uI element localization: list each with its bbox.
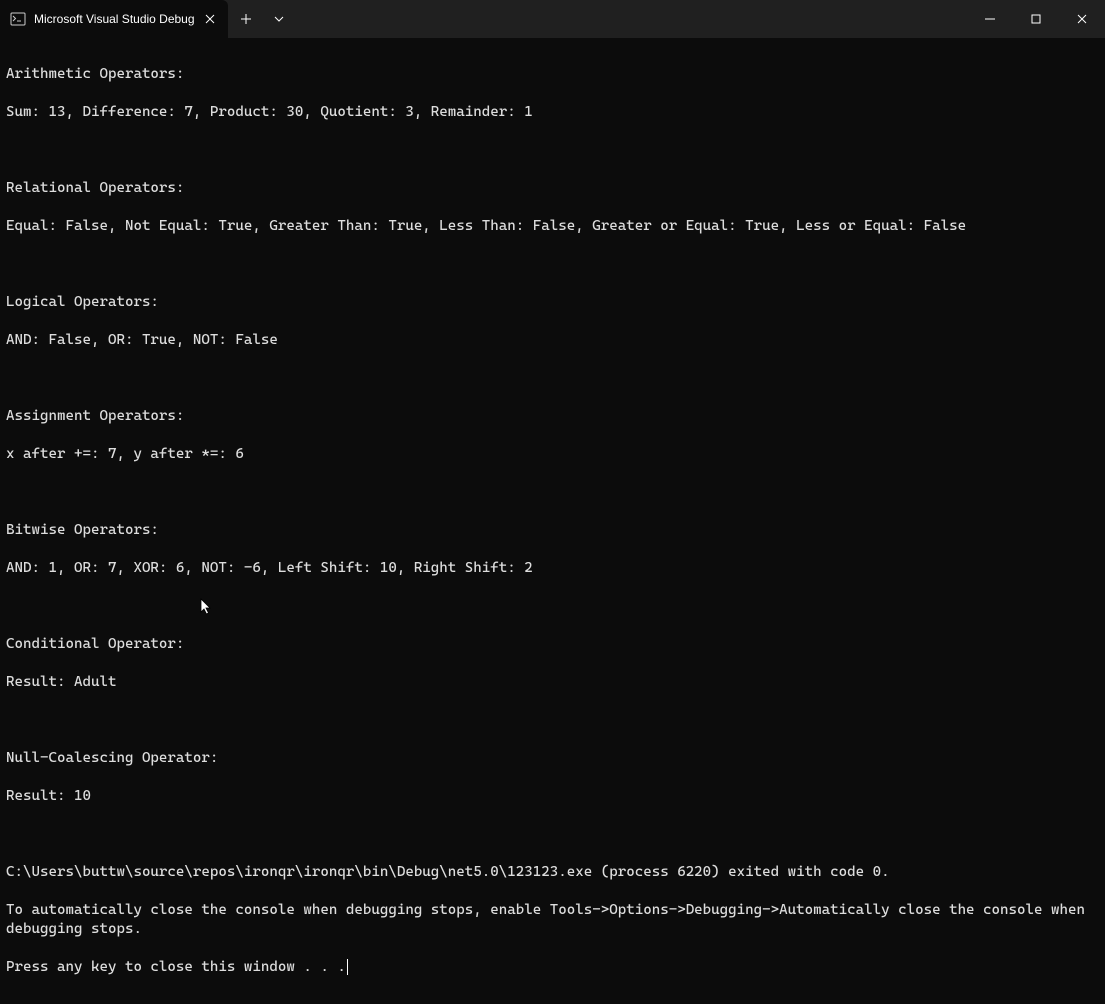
console-line: Sum: 13, Difference: 7, Product: 30, Quo… [6,103,1099,122]
tab-title: Microsoft Visual Studio Debug [34,12,194,26]
console-line [6,597,1099,616]
console-line [6,141,1099,160]
console-line: Result: 10 [6,787,1099,806]
console-line: Logical Operators: [6,293,1099,312]
console-line [6,255,1099,274]
console-line: C:\Users\buttw\source\repos\ironqr\ironq… [6,863,1099,882]
console-line: AND: False, OR: True, NOT: False [6,331,1099,350]
console-line: x after +=: 7, y after *=: 6 [6,445,1099,464]
terminal-app-icon [10,11,26,27]
console-line: Relational Operators: [6,179,1099,198]
tab-active[interactable]: Microsoft Visual Studio Debug [0,0,228,38]
text-caret [347,959,348,975]
console-line [6,825,1099,844]
console-line: Null-Coalescing Operator: [6,749,1099,768]
title-bar: Microsoft Visual Studio Debug [0,0,1105,38]
console-line: Bitwise Operators: [6,521,1099,540]
console-line [6,483,1099,502]
console-line [6,711,1099,730]
console-line [6,369,1099,388]
console-line: Equal: False, Not Equal: True, Greater T… [6,217,1099,236]
terminal-output[interactable]: Arithmetic Operators: Sum: 13, Differenc… [0,38,1105,1004]
minimize-button[interactable] [967,0,1013,38]
new-tab-button[interactable] [228,0,264,38]
console-line: AND: 1, OR: 7, XOR: 6, NOT: -6, Left Shi… [6,559,1099,578]
console-line: Result: Adult [6,673,1099,692]
titlebar-drag-region[interactable] [294,0,967,38]
tab-dropdown-button[interactable] [264,0,294,38]
console-line: Arithmetic Operators: [6,65,1099,84]
close-tab-button[interactable] [202,11,218,27]
console-line: Assignment Operators: [6,407,1099,426]
window-controls [967,0,1105,38]
console-line: Conditional Operator: [6,635,1099,654]
close-window-button[interactable] [1059,0,1105,38]
console-line: Press any key to close this window . . . [6,958,1099,977]
console-line: To automatically close the console when … [6,901,1099,939]
maximize-button[interactable] [1013,0,1059,38]
console-text: Press any key to close this window . . . [6,959,346,975]
